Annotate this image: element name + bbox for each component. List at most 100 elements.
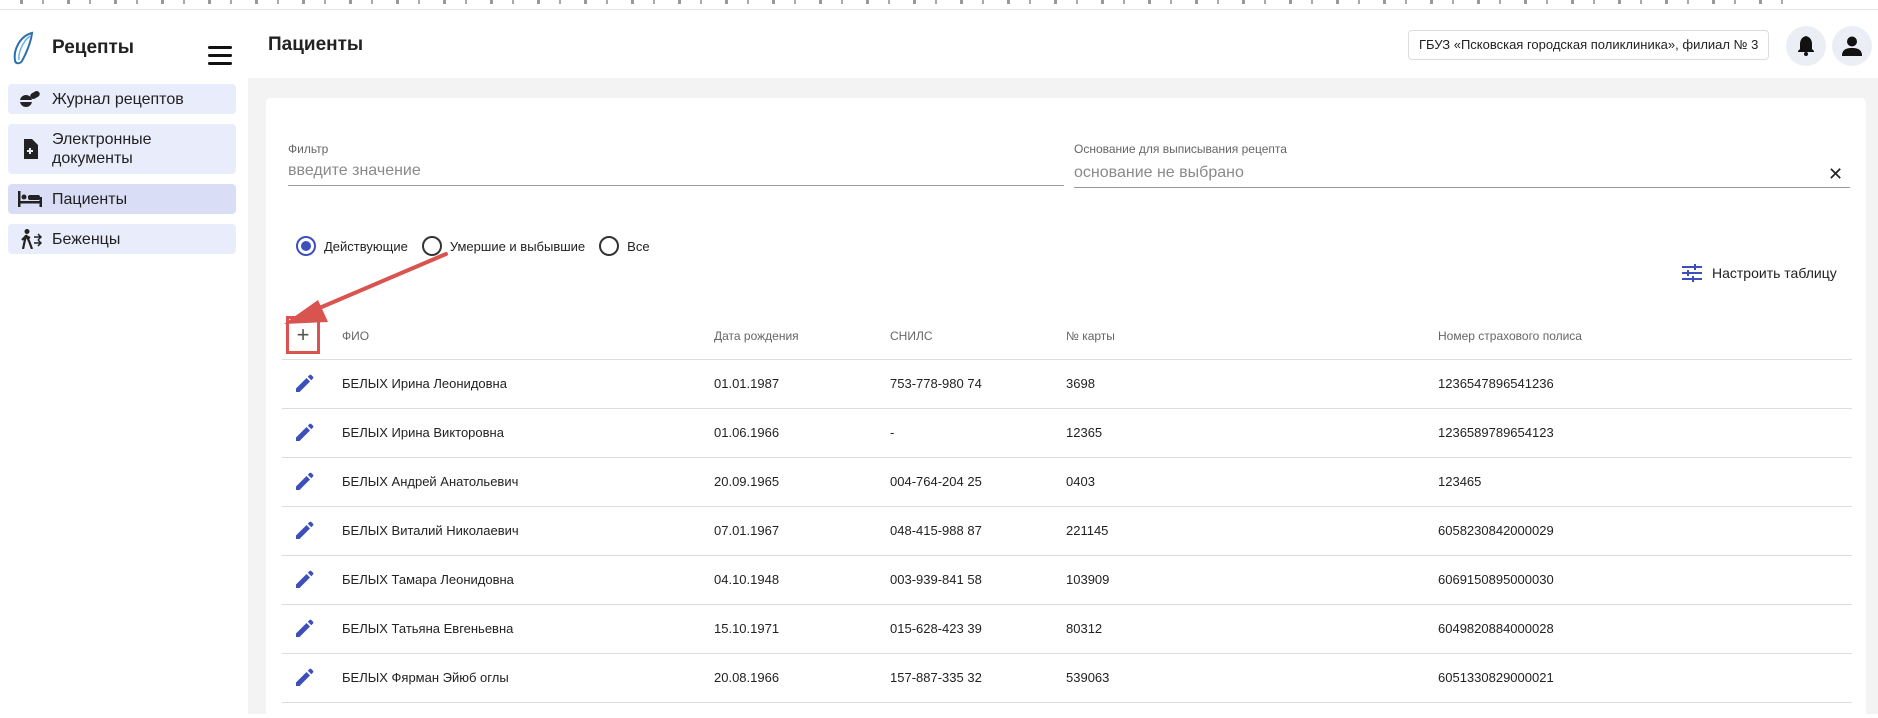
cell-card-number: 12365: [1066, 425, 1103, 440]
cell-name: БЕЛЫХ Ирина Викторовна: [342, 425, 504, 440]
sidebar-item-label: Электронные документы: [52, 131, 152, 167]
table-row[interactable]: БЕЛЫХ Ирина Викторовна 01.06.1966 - 12365 12…: [282, 409, 1852, 458]
user-icon: [1842, 36, 1862, 56]
edit-icon[interactable]: [294, 521, 316, 543]
clear-icon[interactable]: ✕: [1828, 164, 1843, 185]
radio-label: Действующие: [324, 238, 408, 254]
table-row[interactable]: БЕЛЫХ Фярман Эйюб оглы 20.08.1966 157-887-…: [282, 654, 1852, 703]
filter-label: Фильтр: [288, 142, 329, 156]
table-header: + ФИО Дата рождения СНИЛС № карты Номер …: [282, 308, 1852, 360]
basis-label: Основание для выписывания рецепта: [1074, 142, 1287, 156]
cell-card-number: 0403: [1066, 474, 1095, 489]
cell-snils: -: [890, 425, 895, 440]
cell-insurance-policy: 6049820884000028: [1438, 621, 1554, 636]
cell-name: БЕЛЫХ Виталий Николаевич: [342, 523, 519, 538]
main-area: Пациенты ГБУЗ «Псковская городская полик…: [248, 10, 1878, 718]
cell-snils: 003-939-841 58: [890, 572, 982, 587]
table-row[interactable]: БЕЛЫХ Виталий Николаевич 07.01.1967 048-41…: [282, 507, 1852, 556]
burger-line: [208, 46, 232, 49]
sidebar-item-label: Беженцы: [52, 230, 121, 248]
cell-snils: 157-887-335 32: [890, 670, 982, 685]
cell-snils: 753-778-980 74: [890, 376, 982, 391]
cell-insurance-policy: 1236589789654123: [1438, 425, 1554, 440]
column-header-snils[interactable]: СНИЛС: [890, 329, 933, 343]
edit-icon[interactable]: [294, 668, 316, 690]
radio-deceased-departed[interactable]: Умершие и выбывшие: [421, 236, 586, 256]
cell-name: БЕЛЫХ Андрей Анатольевич: [342, 474, 519, 489]
edit-icon[interactable]: [294, 619, 316, 641]
logo-icon: [13, 31, 34, 65]
column-header-card-number[interactable]: № карты: [1066, 329, 1115, 343]
cell-card-number: 103909: [1066, 572, 1110, 587]
cell-card-number: 80312: [1066, 621, 1103, 636]
table-row[interactable]: БЕЛЫХ Ирина Леонидовна 01.01.1987 753-778-…: [282, 360, 1852, 409]
top-header: Пациенты ГБУЗ «Псковская городская полик…: [248, 10, 1878, 78]
status-radio-group: Действующие Умершие и выбывшие Все: [296, 236, 664, 256]
radio-circle: [296, 236, 316, 256]
cell-snils: 004-764-204 25: [890, 474, 982, 489]
edit-icon[interactable]: [294, 570, 316, 592]
sidebar-nav: Журнал рецептов Электронные документы Па…: [8, 84, 236, 264]
column-header-birth-date[interactable]: Дата рождения: [714, 329, 799, 343]
radio-circle: [599, 236, 620, 256]
radio-all[interactable]: Все: [599, 236, 650, 256]
profile-button[interactable]: [1832, 26, 1872, 66]
cell-card-number: 3698: [1066, 376, 1095, 391]
cell-name: БЕЛЫХ Татьяна Евгеньевна: [342, 621, 514, 636]
cell-card-number: 539063: [1066, 670, 1110, 685]
cell-insurance-policy: 123465: [1438, 474, 1482, 489]
basis-select[interactable]: [1074, 158, 1850, 188]
cell-snils: 015-628-423 39: [890, 621, 982, 636]
configure-table-button[interactable]: Настроить таблицу: [1682, 264, 1837, 282]
table-row[interactable]: БЕЛЫХ Андрей Анатольевич 20.09.1965 004-76…: [282, 458, 1852, 507]
add-patient-button[interactable]: +: [286, 316, 320, 354]
filter-input[interactable]: [288, 156, 1064, 186]
column-header-insurance-policy[interactable]: Номер страхового полиса: [1438, 329, 1582, 343]
table-row[interactable]: БЕЛЫХ Татьяна Евгеньевна 15.10.1971 015-62…: [282, 605, 1852, 654]
radio-label: Все: [627, 238, 650, 254]
edit-icon[interactable]: [294, 472, 316, 494]
cell-birth-date: 15.10.1971: [714, 621, 780, 636]
cell-name: БЕЛЫХ Ирина Леонидовна: [342, 376, 507, 391]
bell-icon: [1798, 36, 1814, 56]
edit-icon[interactable]: [294, 374, 316, 396]
cell-name: БЕЛЫХ Тамара Леонидовна: [342, 572, 514, 587]
table-body: БЕЛЫХ Ирина Леонидовна 01.01.1987 753-778-…: [282, 360, 1852, 703]
tune-icon: [1682, 264, 1702, 282]
sidebar-item-label: Пациенты: [52, 190, 128, 208]
cell-birth-date: 04.10.1948: [714, 572, 780, 587]
browser-bookmarks-strip: [0, 0, 1878, 10]
brand[interactable]: Рецепты: [10, 28, 134, 68]
table-row[interactable]: БЕЛЫХ Тамара Леонидовна 04.10.1948 003-939…: [282, 556, 1852, 605]
column-header-name[interactable]: ФИО: [342, 329, 369, 343]
notifications-button[interactable]: [1786, 26, 1826, 66]
menu-toggle-button[interactable]: [208, 46, 232, 66]
cell-birth-date: 20.09.1965: [714, 474, 780, 489]
radio-label: Умершие и выбывшие: [449, 238, 586, 254]
burger-line: [208, 62, 232, 65]
organization-selector[interactable]: ГБУЗ «Псковская городская поликлиника», …: [1408, 30, 1770, 60]
page-title: Пациенты: [268, 34, 364, 55]
sidebar-item-electronic-documents[interactable]: Электронные документы: [8, 124, 236, 174]
walking-person-icon: [18, 229, 42, 249]
cell-snils: 048-415-988 87: [890, 523, 982, 538]
cell-insurance-policy: 6058230842000029: [1438, 523, 1554, 538]
bed-icon: [18, 189, 42, 209]
sidebar-item-prescription-log[interactable]: Журнал рецептов: [8, 84, 236, 114]
cell-birth-date: 01.06.1966: [714, 425, 780, 440]
burger-line: [208, 54, 232, 57]
sidebar-item-patients[interactable]: Пациенты: [8, 184, 236, 214]
cell-insurance-policy: 6051330829000021: [1438, 670, 1554, 685]
configure-table-label: Настроить таблицу: [1712, 265, 1837, 281]
cell-birth-date: 20.08.1966: [714, 670, 780, 685]
cell-birth-date: 07.01.1967: [714, 523, 780, 538]
cell-insurance-policy: 6069150895000030: [1438, 572, 1554, 587]
app-title: Рецепты: [52, 37, 135, 58]
cell-name: БЕЛЫХ Фярман Эйюб оглы: [342, 670, 509, 685]
edit-icon[interactable]: [294, 423, 316, 445]
cell-card-number: 221145: [1066, 523, 1109, 538]
cell-insurance-policy: 1236547896541236: [1438, 376, 1554, 391]
radio-active[interactable]: Действующие: [296, 236, 408, 256]
sidebar-item-label: Журнал рецептов: [52, 90, 184, 108]
sidebar-item-refugees[interactable]: Беженцы: [8, 224, 236, 254]
